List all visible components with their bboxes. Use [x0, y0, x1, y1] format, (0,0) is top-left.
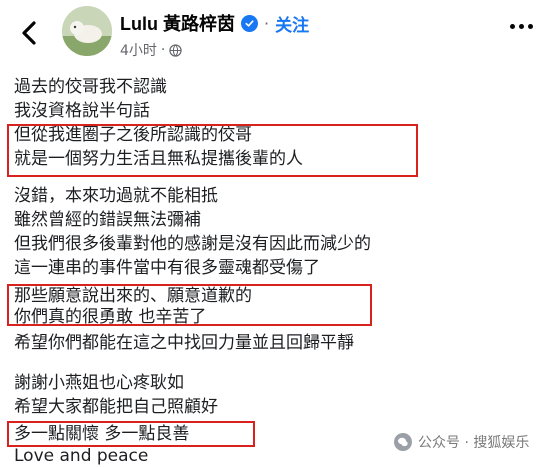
wechat-icon — [394, 433, 412, 451]
author-name[interactable]: Lulu 黃路梓茵 — [120, 10, 235, 36]
watermark-text: 公众号 · 搜狐娱乐 — [418, 435, 530, 451]
post-line-15: Love and peace — [14, 446, 149, 466]
more-options-icon[interactable] — [510, 24, 533, 29]
author-row: Lulu 黃路梓茵 · 关注 — [120, 10, 309, 36]
verified-badge-icon — [241, 14, 258, 32]
post-line-11: 希望你們都能在這之中找回力量並且回歸平靜 — [14, 333, 354, 353]
post-line-5: 沒錯，本來功過就不能相抵 — [14, 186, 218, 206]
globe-icon — [169, 43, 183, 57]
post-line-2: 我沒資格說半句話 — [14, 101, 150, 121]
watermark: 公众号 · 搜狐娱乐 — [394, 432, 529, 452]
highlight-box-1 — [7, 124, 418, 177]
separator-dot: · — [264, 13, 270, 33]
separator-dot-2: · — [160, 42, 166, 58]
post-line-6: 雖然曾經的錯誤無法彌補 — [14, 210, 201, 230]
avatar[interactable] — [62, 6, 112, 56]
back-arrow-icon[interactable] — [14, 18, 44, 48]
post-line-7: 但我們很多後輩對他的感謝是沒有因此而減少的 — [14, 234, 371, 254]
post-time[interactable]: 4小时 — [120, 40, 157, 60]
highlight-box-3 — [7, 421, 255, 447]
post-header: Lulu 黃路梓茵 · 关注 4小时 · — [0, 0, 555, 68]
post-line-1: 過去的佼哥我不認識 — [14, 77, 167, 97]
highlight-box-2 — [7, 284, 372, 326]
dog-photo-icon — [62, 6, 112, 56]
post-line-8: 這一連串的事件當中有很多靈魂都受傷了 — [14, 258, 320, 278]
post-line-12: 謝謝小燕姐也心疼耿如 — [14, 373, 184, 393]
timestamp-row: 4小时 · — [120, 40, 183, 60]
post-line-13: 希望大家都能把自己照顧好 — [14, 397, 218, 417]
follow-button[interactable]: 关注 — [275, 11, 309, 36]
